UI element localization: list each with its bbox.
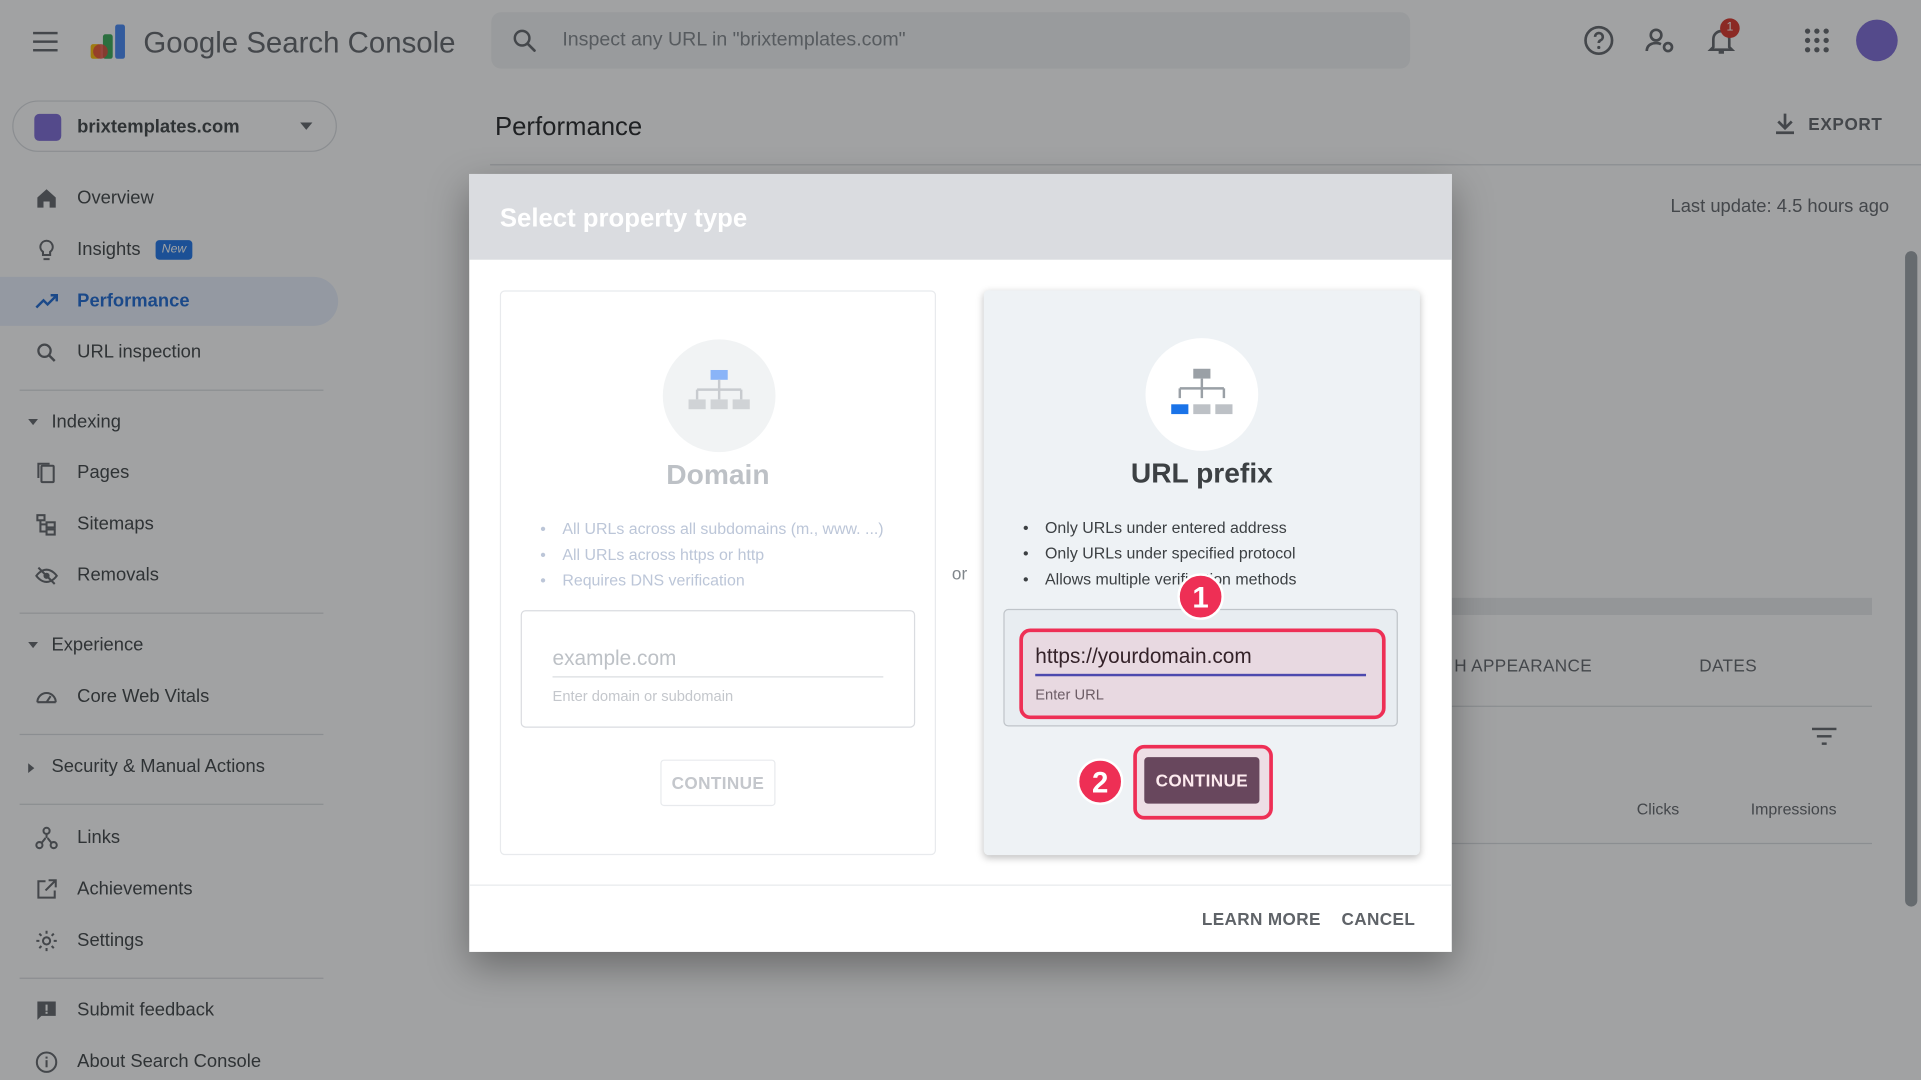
url-prefix-feature-list: Only URLs under entered address Only URL… (1023, 515, 1296, 592)
step-1-marker: 1 (1177, 573, 1224, 620)
domain-continue-button[interactable]: CONTINUE (660, 759, 776, 807)
domain-icon-circle (662, 339, 776, 453)
step-2-marker: 2 (1076, 758, 1124, 805)
or-separator: or (951, 563, 968, 584)
domain-input-hint: Enter domain or subdomain (552, 687, 734, 705)
url-prefix-option-title: URL prefix (1130, 456, 1273, 489)
domain-input-container: Enter domain or subdomain (520, 610, 916, 728)
cancel-button[interactable]: CANCEL (1342, 909, 1416, 929)
list-item: Allows multiple verification methods (1023, 566, 1296, 592)
screen: Google Search Console 1 brixtemplates.co… (0, 0, 1921, 1080)
domain-option-card[interactable]: Domain All URLs across all subdomains (m… (499, 290, 936, 856)
domain-hierarchy-icon (688, 369, 750, 410)
dialog-header: Select property type (469, 173, 1452, 260)
url-prefix-hierarchy-icon (1171, 368, 1233, 415)
list-item: All URLs across all subdomains (m., www.… (540, 516, 883, 542)
dialog-footer-divider (469, 884, 1452, 886)
highlight-continue-button (1133, 744, 1273, 820)
list-item: All URLs across https or http (540, 542, 883, 568)
select-property-dialog: Select property type Domain All URLs acr… (469, 173, 1452, 952)
domain-input[interactable] (552, 640, 884, 678)
domain-option-title: Domain (666, 458, 770, 491)
dialog-title: Select property type (499, 204, 748, 233)
list-item: Only URLs under specified protocol (1023, 540, 1296, 566)
list-item: Only URLs under entered address (1023, 515, 1296, 541)
highlight-url-input (1019, 628, 1386, 720)
url-prefix-icon-circle (1145, 338, 1259, 451)
learn-more-button[interactable]: LEARN MORE (1202, 909, 1321, 929)
list-item: Requires DNS verification (540, 567, 883, 593)
domain-feature-list: All URLs across all subdomains (m., www.… (540, 516, 883, 593)
